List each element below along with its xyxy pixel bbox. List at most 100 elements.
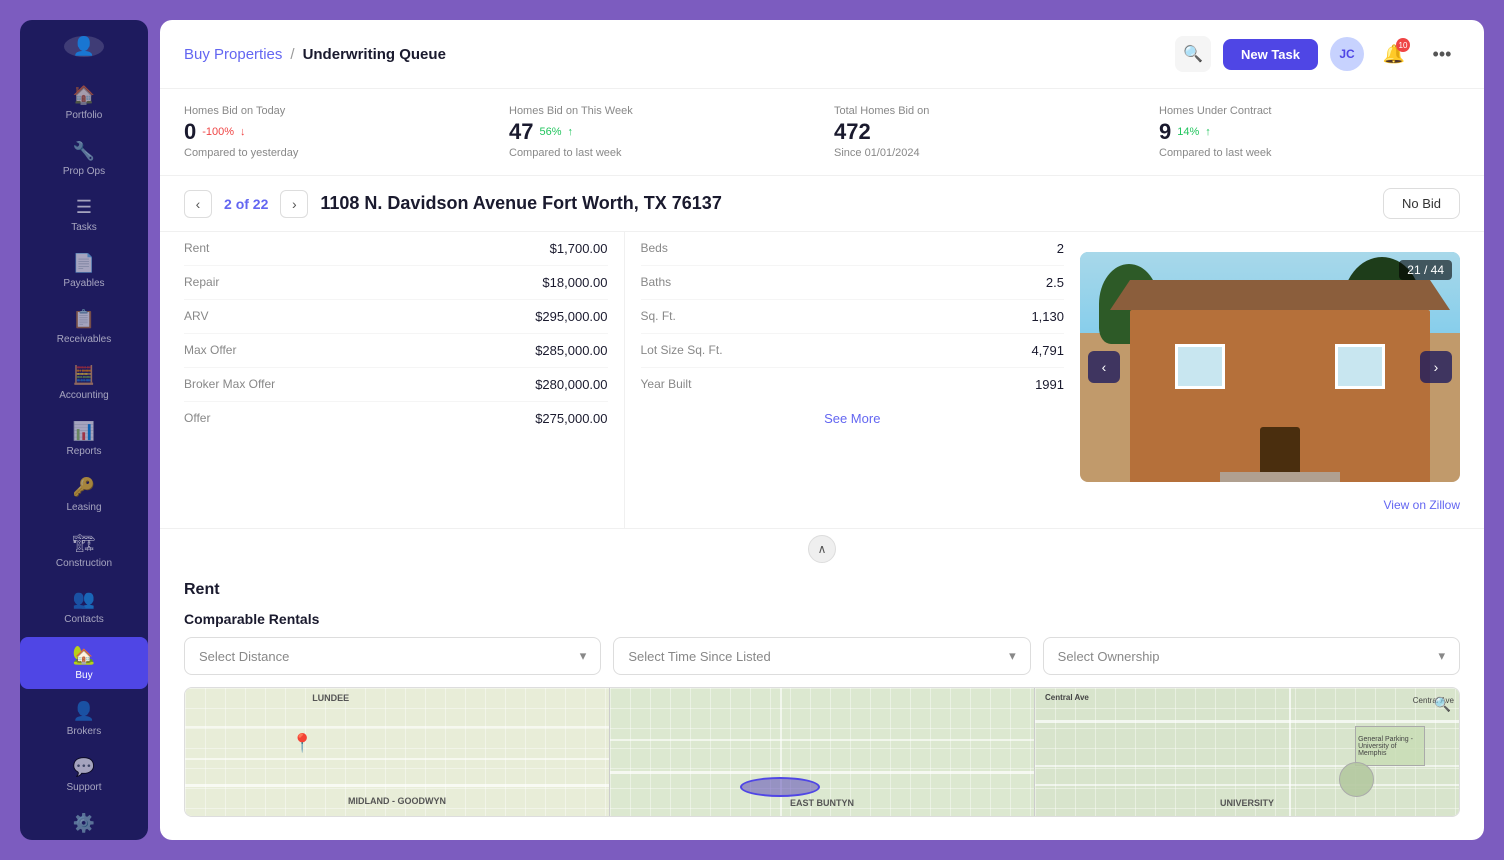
maps-row: MIDLAND - GOODWYN LUNDEE 📍 EAST BUNTYN xyxy=(184,687,1460,817)
new-task-button[interactable]: New Task xyxy=(1223,39,1318,70)
sidebar-item-payables[interactable]: 📄 Payables xyxy=(20,245,148,297)
sidebar: 👤 🏠 Portfolio 🔧 Prop Ops ☰ Tasks 📄 Payab… xyxy=(20,20,148,840)
sidebar-item-construction[interactable]: 🏗 Construction xyxy=(20,525,148,577)
time-placeholder: Select Time Since Listed xyxy=(628,649,770,664)
sidebar-item-settings[interactable]: ⚙️ xyxy=(20,805,148,840)
detail-row-left: Repair$18,000.00 xyxy=(184,266,608,300)
image-next-button[interactable]: › xyxy=(1420,351,1452,383)
accounting-icon: 🧮 xyxy=(73,365,95,386)
map3-label: UNIVERSITY xyxy=(1220,798,1274,808)
property-nav: ‹ 2 of 22 › 1108 N. Davidson Avenue Fort… xyxy=(160,176,1484,232)
avatar: JC xyxy=(1330,37,1364,71)
map3-search-icon[interactable]: 🔍 xyxy=(1434,696,1451,713)
sidebar-item-leasing[interactable]: 🔑 Leasing xyxy=(20,469,148,521)
brokers-icon: 👤 xyxy=(73,701,95,722)
prev-property-button[interactable]: ‹ xyxy=(184,190,212,218)
stat-sub-1: Compared to last week xyxy=(509,147,810,159)
collapse-button[interactable]: ∧ xyxy=(808,535,836,563)
sidebar-item-reports[interactable]: 📊 Reports xyxy=(20,413,148,465)
app-logo[interactable]: 👤 xyxy=(64,36,104,57)
chevron-down-icon-0: ▾ xyxy=(580,648,587,664)
logo-icon: 👤 xyxy=(73,36,95,57)
stat-badge-3: 14% xyxy=(1177,126,1199,138)
sidebar-item-portfolio[interactable]: 🏠 Portfolio xyxy=(20,77,148,129)
detail-value: 1,130 xyxy=(1031,309,1064,324)
detail-value: 2 xyxy=(1057,241,1064,256)
next-property-button[interactable]: › xyxy=(280,190,308,218)
property-address: 1108 N. Davidson Avenue Fort Worth, TX 7… xyxy=(320,193,1371,214)
stat-label-3: Homes Under Contract xyxy=(1159,105,1460,117)
detail-row-left: Offer$275,000.00 xyxy=(184,402,608,435)
stat-value-1: 47 xyxy=(509,119,533,145)
ownership-placeholder: Select Ownership xyxy=(1058,649,1160,664)
stat-badge-1: 56% xyxy=(539,126,561,138)
stats-row: Homes Bid on Today 0 -100% ↓ Compared to… xyxy=(160,89,1484,176)
detail-label: Broker Max Offer xyxy=(184,377,275,392)
scroll-content: ∧ Rent Comparable Rentals Select Distanc… xyxy=(160,529,1484,840)
see-more-button[interactable]: See More xyxy=(641,401,1065,436)
stat-homes-contract: Homes Under Contract 9 14% ↑ Compared to… xyxy=(1159,105,1460,159)
stat-homes-week: Homes Bid on This Week 47 56% ↑ Compared… xyxy=(509,105,810,159)
notification-badge: 10 xyxy=(1396,38,1410,52)
zillow-link[interactable]: View on Zillow xyxy=(1080,494,1460,520)
search-icon: 🔍 xyxy=(1183,44,1203,64)
detail-value: $275,000.00 xyxy=(535,411,607,426)
map1-pin: 📍 xyxy=(291,733,313,754)
breadcrumb-parent[interactable]: Buy Properties xyxy=(184,46,282,63)
sidebar-item-buy[interactable]: 🏡 Buy xyxy=(20,637,148,689)
detail-label: Max Offer xyxy=(184,343,236,358)
dropdowns-row: Select Distance ▾ Select Time Since List… xyxy=(184,637,1460,675)
sidebar-item-contacts[interactable]: 👥 Contacts xyxy=(20,581,148,633)
property-detail-section: Rent$1,700.00Repair$18,000.00 ARV $295,000… xyxy=(160,232,1484,529)
propops-icon: 🔧 xyxy=(73,141,95,162)
sidebar-item-propops[interactable]: 🔧 Prop Ops xyxy=(20,133,148,185)
detail-label: Year Built xyxy=(641,377,692,392)
map1-label-midland: MIDLAND - GOODWYN xyxy=(348,796,446,806)
payables-icon: 📄 xyxy=(73,253,95,274)
map1-label-lundee: LUNDEE xyxy=(312,693,349,703)
sidebar-item-label: Support xyxy=(66,782,101,793)
time-listed-dropdown[interactable]: Select Time Since Listed ▾ xyxy=(613,637,1030,675)
leasing-icon: 🔑 xyxy=(73,477,95,498)
image-prev-button[interactable]: ‹ xyxy=(1088,351,1120,383)
detail-value: $1,700.00 xyxy=(550,241,608,256)
sidebar-item-label: Prop Ops xyxy=(63,166,105,177)
detail-row-left: Rent$1,700.00 xyxy=(184,232,608,266)
sidebar-item-tasks[interactable]: ☰ Tasks xyxy=(20,189,148,241)
sidebar-item-accounting[interactable]: 🧮 Accounting xyxy=(20,357,148,409)
sidebar-item-label: Brokers xyxy=(67,726,101,737)
detail-label: Sq. Ft. xyxy=(641,309,676,324)
details-right: Beds2Baths2.5Sq. Ft.1,130Lot Size Sq. Ft… xyxy=(624,232,1065,528)
distance-dropdown[interactable]: Select Distance ▾ xyxy=(184,637,601,675)
sidebar-item-brokers[interactable]: 👤 Brokers xyxy=(20,693,148,745)
sidebar-item-support[interactable]: 💬 Support xyxy=(20,749,148,801)
stat-label-0: Homes Bid on Today xyxy=(184,105,485,117)
support-icon: 💬 xyxy=(73,757,95,778)
detail-value: $295,000.00 xyxy=(535,309,607,324)
chevron-down-icon-1: ▾ xyxy=(1009,648,1016,664)
stat-value-3: 9 xyxy=(1159,119,1171,145)
ownership-dropdown[interactable]: Select Ownership ▾ xyxy=(1043,637,1460,675)
no-bid-button[interactable]: No Bid xyxy=(1383,188,1460,219)
stat-sub-2: Since 01/01/2024 xyxy=(834,147,1135,159)
map3-university-circle xyxy=(1339,762,1374,797)
main-content: Buy Properties / Underwriting Queue 🔍 Ne… xyxy=(160,20,1484,840)
more-button[interactable]: ••• xyxy=(1424,36,1460,72)
sidebar-item-label: Contacts xyxy=(64,614,103,625)
detail-row-right: Beds2 xyxy=(641,232,1065,266)
detail-row-left: Broker Max Offer$280,000.00 xyxy=(184,368,608,402)
detail-label: Baths xyxy=(641,275,672,290)
sidebar-item-receivables[interactable]: 📋 Receivables xyxy=(20,301,148,353)
sidebar-item-label: Receivables xyxy=(57,334,111,345)
detail-label: ARV xyxy=(184,309,208,324)
notification-button[interactable]: 🔔 10 xyxy=(1376,36,1412,72)
breadcrumb-separator: / xyxy=(290,46,294,63)
stat-homes-total: Total Homes Bid on 472 Since 01/01/2024 xyxy=(834,105,1135,159)
left-details-container: Rent$1,700.00Repair$18,000.00 ARV $295,000… xyxy=(184,232,608,435)
stat-arrow-down-0: ↓ xyxy=(240,126,246,138)
chevron-down-icon-2: ▾ xyxy=(1438,648,1445,664)
property-image-section: 21 / 44 ‹ › View on Zillow xyxy=(1080,240,1460,520)
settings-icon: ⚙️ xyxy=(73,813,95,834)
search-button[interactable]: 🔍 xyxy=(1175,36,1211,72)
sidebar-item-label: Payables xyxy=(63,278,104,289)
